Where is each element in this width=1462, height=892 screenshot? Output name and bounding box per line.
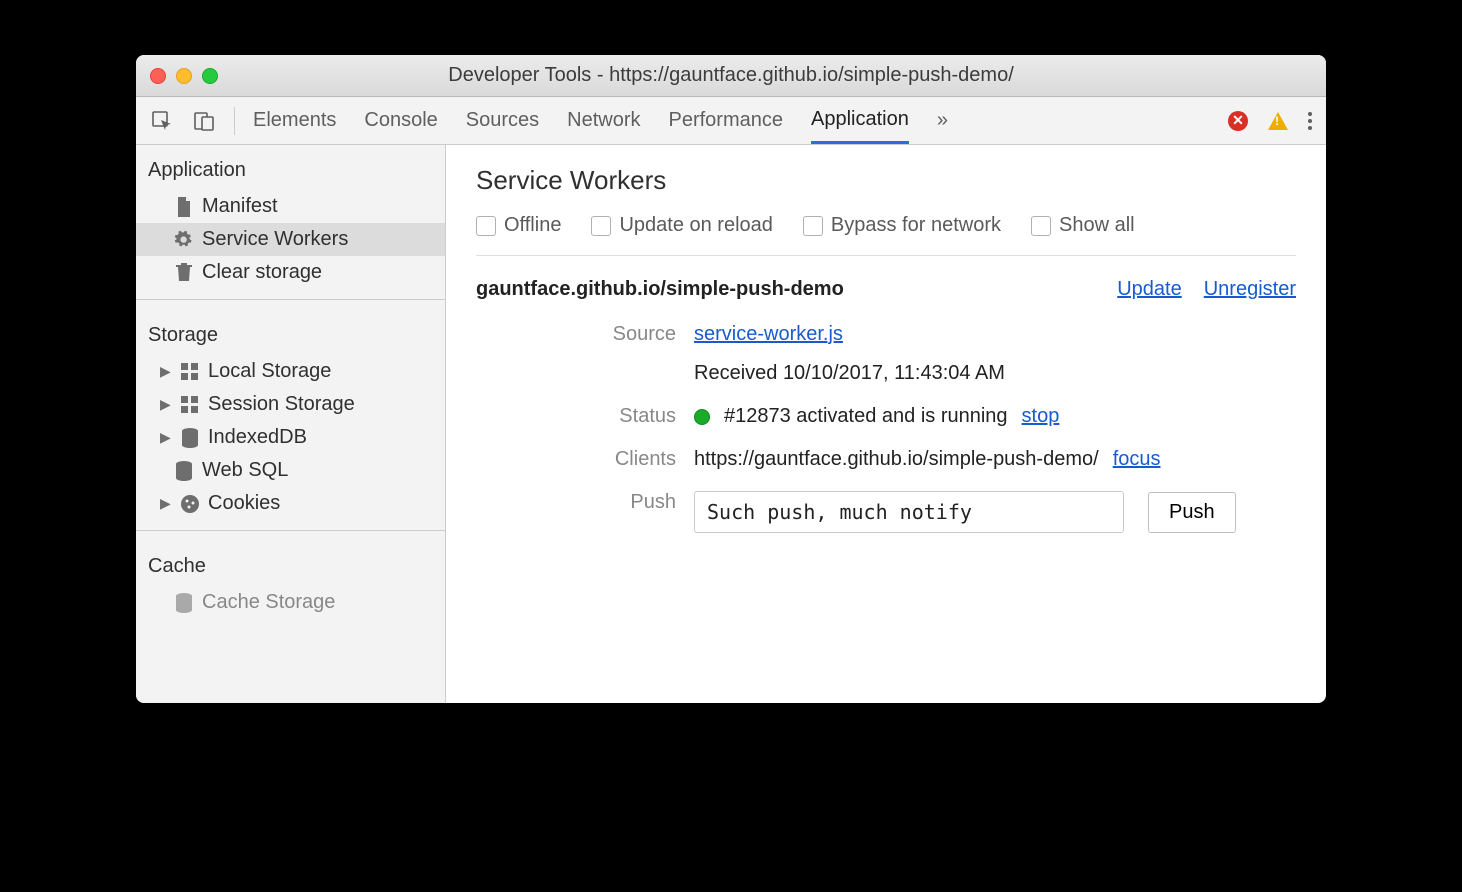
- sw-focus-link[interactable]: focus: [1113, 448, 1161, 471]
- sidebar-item-label: Cache Storage: [202, 591, 335, 614]
- trash-icon: [174, 263, 194, 283]
- grid-icon: [180, 395, 200, 415]
- grid-icon: [180, 362, 200, 382]
- titlebar: Developer Tools - https://gauntface.gith…: [136, 55, 1326, 97]
- sidebar-item-label: Session Storage: [208, 393, 355, 416]
- tab-console[interactable]: Console: [364, 97, 437, 144]
- checkbox-icon: [1031, 216, 1051, 236]
- sw-stop-link[interactable]: stop: [1022, 405, 1060, 428]
- show-all-checkbox[interactable]: Show all: [1031, 214, 1135, 237]
- sw-status-row: Status #12873 activated and is running s…: [476, 395, 1296, 438]
- panel-body: Application Manifest Service Workers Cle…: [136, 145, 1326, 703]
- main-toolbar: Elements Console Sources Network Perform…: [136, 97, 1326, 145]
- update-on-reload-checkbox[interactable]: Update on reload: [591, 214, 772, 237]
- sw-scope-row: gauntface.github.io/simple-push-demo Upd…: [476, 256, 1296, 313]
- checkbox-icon: [476, 216, 496, 236]
- tab-application[interactable]: Application: [811, 97, 909, 144]
- sidebar-item-manifest[interactable]: Manifest: [136, 190, 445, 223]
- sidebar-item-label: IndexedDB: [208, 426, 307, 449]
- sidebar-item-cookies[interactable]: ▶ Cookies: [136, 487, 445, 520]
- sidebar-item-label: Manifest: [202, 195, 278, 218]
- sidebar-group-cache: Cache: [136, 541, 445, 586]
- row-label: Status: [476, 405, 676, 428]
- warning-badge-icon[interactable]: [1268, 112, 1288, 130]
- caret-right-icon: ▶: [160, 495, 172, 512]
- checkbox-icon: [591, 216, 611, 236]
- toolbar-separator: [234, 107, 235, 135]
- checkbox-label: Bypass for network: [831, 214, 1001, 237]
- caret-right-icon: ▶: [160, 363, 172, 380]
- sw-options-row: Offline Update on reload Bypass for netw…: [476, 214, 1296, 256]
- sidebar-item-clear-storage[interactable]: Clear storage: [136, 256, 445, 289]
- sidebar-item-service-workers[interactable]: Service Workers: [136, 223, 445, 256]
- sw-scope: gauntface.github.io/simple-push-demo: [476, 278, 844, 301]
- settings-menu-button[interactable]: [1308, 112, 1312, 130]
- status-dot-icon: [694, 409, 710, 425]
- checkbox-label: Update on reload: [619, 214, 772, 237]
- update-link[interactable]: Update: [1117, 278, 1182, 301]
- database-icon: [174, 461, 194, 481]
- devtools-window: Developer Tools - https://gauntface.gith…: [136, 55, 1326, 703]
- push-message-input[interactable]: [694, 491, 1124, 533]
- sidebar-item-label: Local Storage: [208, 360, 331, 383]
- service-workers-panel: Service Workers Offline Update on reload…: [446, 145, 1326, 703]
- tabs-overflow-button[interactable]: »: [937, 97, 948, 144]
- sw-source-link[interactable]: service-worker.js: [694, 323, 843, 346]
- checkbox-label: Show all: [1059, 214, 1135, 237]
- sidebar-item-label: Web SQL: [202, 459, 288, 482]
- push-button[interactable]: Push: [1148, 492, 1236, 533]
- device-toggle-icon[interactable]: [192, 109, 216, 133]
- tab-performance[interactable]: Performance: [669, 97, 784, 144]
- sw-client-url: https://gauntface.github.io/simple-push-…: [694, 448, 1099, 471]
- error-badge-icon[interactable]: ✕: [1228, 111, 1248, 131]
- inspect-element-icon[interactable]: [150, 109, 174, 133]
- sidebar-separator: [136, 530, 445, 531]
- database-icon: [180, 428, 200, 448]
- database-icon: [174, 593, 194, 613]
- sidebar-item-cache-storage[interactable]: Cache Storage: [136, 586, 445, 619]
- bypass-for-network-checkbox[interactable]: Bypass for network: [803, 214, 1001, 237]
- sidebar-item-label: Service Workers: [202, 228, 348, 251]
- tab-network[interactable]: Network: [567, 97, 640, 144]
- offline-checkbox[interactable]: Offline: [476, 214, 561, 237]
- unregister-link[interactable]: Unregister: [1204, 278, 1296, 301]
- sw-source-row: Source service-worker.js Received 10/10/…: [476, 313, 1296, 395]
- sw-status-text: #12873 activated and is running: [724, 405, 1008, 428]
- sw-clients-row: Clients https://gauntface.github.io/simp…: [476, 438, 1296, 481]
- checkbox-label: Offline: [504, 214, 561, 237]
- file-icon: [174, 197, 194, 217]
- checkbox-icon: [803, 216, 823, 236]
- sidebar-item-session-storage[interactable]: ▶ Session Storage: [136, 388, 445, 421]
- sidebar-group-storage: Storage: [136, 310, 445, 355]
- gear-icon: [174, 230, 194, 250]
- tab-sources[interactable]: Sources: [466, 97, 539, 144]
- row-label: Push: [476, 491, 676, 514]
- sidebar-separator: [136, 299, 445, 300]
- sidebar-item-local-storage[interactable]: ▶ Local Storage: [136, 355, 445, 388]
- sidebar-item-label: Cookies: [208, 492, 280, 515]
- application-sidebar: Application Manifest Service Workers Cle…: [136, 145, 446, 703]
- panel-title: Service Workers: [476, 165, 1296, 196]
- caret-right-icon: ▶: [160, 396, 172, 413]
- sidebar-item-web-sql[interactable]: Web SQL: [136, 454, 445, 487]
- sidebar-item-indexeddb[interactable]: ▶ IndexedDB: [136, 421, 445, 454]
- row-label: Source: [476, 323, 676, 346]
- tab-elements[interactable]: Elements: [253, 97, 336, 144]
- sw-push-row: Push Push: [476, 481, 1296, 543]
- window-title: Developer Tools - https://gauntface.gith…: [136, 64, 1326, 87]
- row-label: Clients: [476, 448, 676, 471]
- sw-received-time: Received 10/10/2017, 11:43:04 AM: [694, 362, 1005, 385]
- caret-right-icon: ▶: [160, 429, 172, 446]
- panel-tabs: Elements Console Sources Network Perform…: [253, 97, 948, 144]
- sidebar-item-label: Clear storage: [202, 261, 322, 284]
- cookie-icon: [180, 494, 200, 514]
- sidebar-group-application: Application: [136, 145, 445, 190]
